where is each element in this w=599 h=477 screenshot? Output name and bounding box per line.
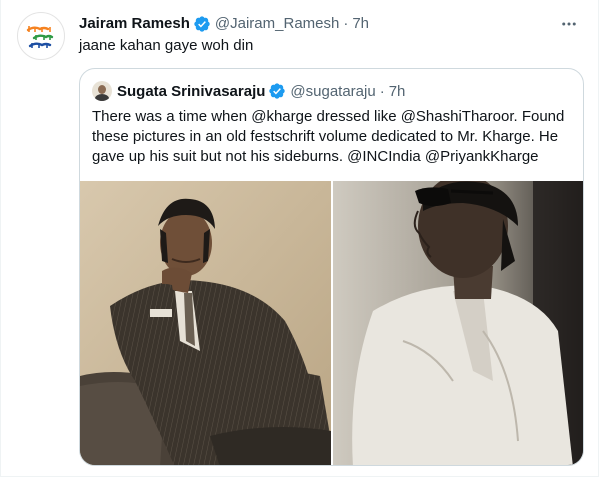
quoted-author-handle[interactable]: @sugataraju bbox=[290, 83, 375, 100]
quoted-tweet-text: There was a time when @kharge dressed li… bbox=[92, 107, 572, 167]
photo-suit-armchair[interactable] bbox=[80, 181, 331, 465]
separator-dot: · bbox=[379, 82, 385, 100]
separator-dot: · bbox=[343, 15, 349, 32]
author-name[interactable]: Jairam Ramesh bbox=[79, 14, 190, 34]
more-options-icon[interactable] bbox=[558, 14, 580, 34]
photo-sunglasses-profile[interactable] bbox=[333, 181, 583, 465]
quoted-tweet-header: Sugata Srinivasaraju @sugataraju · 7h bbox=[92, 81, 405, 101]
tweet-header: Jairam Ramesh @Jairam_Ramesh · 7h bbox=[79, 14, 369, 34]
quoted-text-line: There was a time when @kharge dressed li… bbox=[92, 108, 565, 125]
tweet-timestamp[interactable]: 7h bbox=[352, 14, 369, 34]
quoted-author-name[interactable]: Sugata Srinivasaraju bbox=[117, 83, 265, 100]
author-avatar[interactable] bbox=[17, 12, 65, 60]
author-handle[interactable]: @Jairam_Ramesh bbox=[215, 14, 339, 34]
quoted-text-line: these pictures in an old festschrift vol… bbox=[92, 128, 559, 145]
verified-badge-icon bbox=[194, 16, 210, 32]
ellipsis-icon bbox=[562, 22, 576, 26]
tweet-text: jaane kahan gaye woh din bbox=[79, 37, 254, 54]
bharat-jodo-yatra-logo-icon bbox=[26, 26, 54, 48]
photo-suit-armchair-image bbox=[80, 181, 331, 465]
quoted-tweet[interactable]: Sugata Srinivasaraju @sugataraju · 7h Th… bbox=[79, 68, 584, 466]
quoted-author-avatar[interactable] bbox=[92, 81, 112, 101]
quoted-text-line: gave up his suit but not his sideburns. … bbox=[92, 148, 539, 165]
quoted-tweet-timestamp[interactable]: 7h bbox=[389, 83, 406, 100]
tweet[interactable]: Jairam Ramesh @Jairam_Ramesh · 7h jaane … bbox=[0, 0, 599, 477]
verified-badge-icon bbox=[269, 83, 286, 99]
photo-sunglasses-profile-image bbox=[333, 181, 583, 465]
photo-grid bbox=[80, 181, 583, 465]
